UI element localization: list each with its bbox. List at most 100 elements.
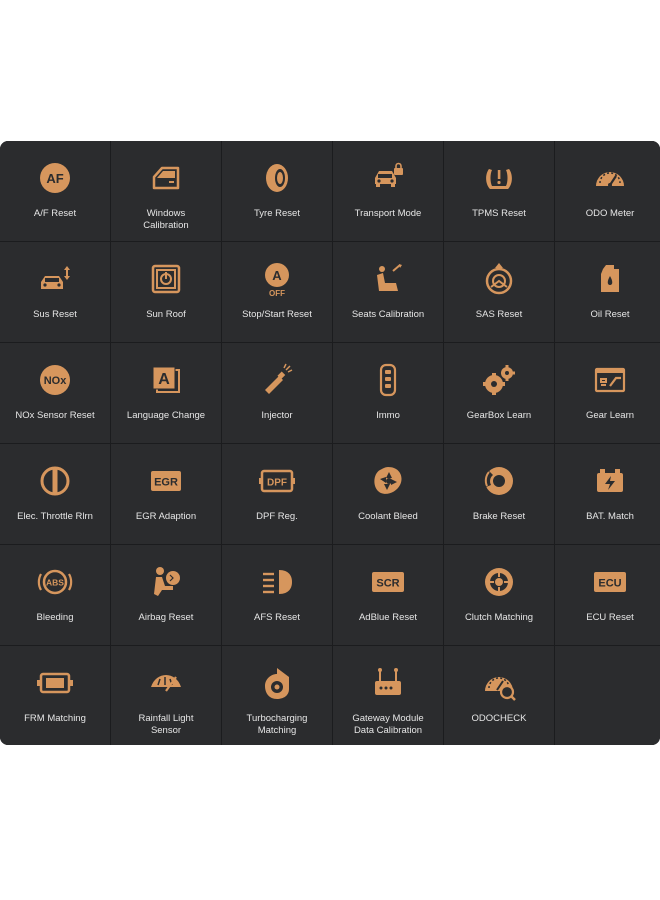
- function-label: Oil Reset: [590, 309, 630, 320]
- key-fob-icon: [370, 362, 406, 398]
- function-panel: AF A/F Reset Windows Calibration Tyre Reset…: [0, 141, 660, 745]
- svg-text:AF: AF: [46, 171, 63, 186]
- function-tile-gearlearn[interactable]: Gear Learn: [555, 343, 660, 443]
- steering-icon: [481, 261, 517, 297]
- window-icon: [148, 160, 184, 196]
- injector-icon: [259, 362, 295, 398]
- function-tile-scr[interactable]: SCR AdBlue Reset: [333, 545, 443, 645]
- function-tile-lang[interactable]: A Language Change: [111, 343, 221, 443]
- function-tile-odocheck[interactable]: ODOCHECK: [444, 646, 554, 745]
- function-tile-window[interactable]: Windows Calibration: [111, 141, 221, 241]
- function-tile-frm[interactable]: FRM Matching: [0, 646, 110, 745]
- gateway-icon: [370, 665, 406, 701]
- odometer-icon: [592, 160, 628, 196]
- headlight-icon: [259, 564, 295, 600]
- function-tile-dpf[interactable]: DPF DPF Reg.: [222, 444, 332, 544]
- function-label: NOx Sensor Reset: [15, 410, 95, 421]
- abs-icon: ABS: [37, 564, 73, 600]
- svg-text:ABS: ABS: [46, 578, 64, 588]
- svg-text:A: A: [158, 371, 170, 388]
- function-tile-gearbox[interactable]: GearBox Learn: [444, 343, 554, 443]
- tpms-icon: [481, 160, 517, 196]
- frm-module-icon: [37, 665, 73, 701]
- function-label: Turbocharging Matching: [246, 713, 308, 736]
- function-label: Brake Reset: [472, 511, 526, 522]
- function-label: EGR Adaption: [135, 511, 197, 522]
- function-label: Gear Learn: [585, 410, 635, 421]
- function-tile-sas[interactable]: SAS Reset: [444, 242, 554, 342]
- function-tile-sus[interactable]: Sus Reset: [0, 242, 110, 342]
- function-label: Sun Roof: [146, 309, 186, 320]
- wiper-icon: [148, 665, 184, 701]
- function-tile-af[interactable]: AF A/F Reset: [0, 141, 110, 241]
- function-tile-transport[interactable]: Transport Mode: [333, 141, 443, 241]
- turbo-icon: [259, 665, 295, 701]
- coolant-fan-icon: [370, 463, 406, 499]
- function-tile-egr[interactable]: EGR EGR Adaption: [111, 444, 221, 544]
- function-tile-battery[interactable]: BAT. Match: [555, 444, 660, 544]
- oil-can-icon: [592, 261, 628, 297]
- function-label: Clutch Matching: [464, 612, 534, 623]
- function-label: BAT. Match: [586, 511, 634, 522]
- function-label: Language Change: [126, 410, 206, 421]
- language-icon: A: [148, 362, 184, 398]
- function-tile-ecu[interactable]: ECU ECU Reset: [555, 545, 660, 645]
- function-tile-gateway[interactable]: Gateway Module Data Calibration: [333, 646, 443, 745]
- function-label: ECU Reset: [586, 612, 634, 623]
- function-tile-oil[interactable]: Oil Reset: [555, 242, 660, 342]
- car-lock-icon: [370, 160, 406, 196]
- function-label: Tyre Reset: [254, 208, 300, 219]
- function-label: Windows Calibration: [143, 208, 189, 231]
- function-label: Bleeding: [36, 612, 74, 623]
- function-tile-tyre[interactable]: Tyre Reset: [222, 141, 332, 241]
- dpf-icon: DPF: [259, 463, 295, 499]
- function-label: DPF Reg.: [256, 511, 298, 522]
- function-grid: AF A/F Reset Windows Calibration Tyre Reset…: [0, 141, 660, 745]
- auto-stop-icon: A OFF: [259, 261, 295, 297]
- function-label: ODOCHECK: [471, 713, 527, 724]
- function-tile-seat[interactable]: Seats Calibration: [333, 242, 443, 342]
- function-tile-airbag[interactable]: Airbag Reset: [111, 545, 221, 645]
- function-label: Stop/Start Reset: [242, 309, 312, 320]
- function-label: Injector: [261, 410, 293, 421]
- tyre-icon: [259, 160, 295, 196]
- svg-text:A: A: [272, 268, 282, 283]
- function-tile-rain[interactable]: Rainfall Light Sensor: [111, 646, 221, 745]
- function-label: AFS Reset: [254, 612, 300, 623]
- svg-text:EGR: EGR: [154, 477, 178, 489]
- function-tile-nox[interactable]: NOx NOx Sensor Reset: [0, 343, 110, 443]
- function-tile-afs[interactable]: AFS Reset: [222, 545, 332, 645]
- function-tile-throttle[interactable]: Elec. Throttle Rlrn: [0, 444, 110, 544]
- gear-learn-icon: [592, 362, 628, 398]
- function-tile-stopstart[interactable]: A OFF Stop/Start Reset: [222, 242, 332, 342]
- function-label: Transport Mode: [354, 208, 422, 219]
- egr-icon: EGR: [148, 463, 184, 499]
- airbag-icon: [148, 564, 184, 600]
- function-label: SAS Reset: [475, 309, 523, 320]
- function-tile-coolant[interactable]: Coolant Bleed: [333, 444, 443, 544]
- function-tile-odo[interactable]: ODO Meter: [555, 141, 660, 241]
- function-tile-brake[interactable]: Brake Reset: [444, 444, 554, 544]
- scr-icon: SCR: [370, 564, 406, 600]
- function-label: Seats Calibration: [351, 309, 425, 320]
- function-tile-immo[interactable]: Immo: [333, 343, 443, 443]
- svg-text:DPF: DPF: [267, 478, 287, 489]
- function-tile-sunroof[interactable]: Sun Roof: [111, 242, 221, 342]
- function-tile-abs[interactable]: ABS Bleeding: [0, 545, 110, 645]
- function-tile-injector[interactable]: Injector: [222, 343, 332, 443]
- function-label: Coolant Bleed: [358, 511, 418, 522]
- function-label: A/F Reset: [33, 208, 77, 219]
- brake-disc-icon: [481, 463, 517, 499]
- function-tile-turbo[interactable]: Turbocharging Matching: [222, 646, 332, 745]
- svg-text:NOx: NOx: [44, 375, 68, 387]
- nox-icon: NOx: [37, 362, 73, 398]
- function-label: Sus Reset: [33, 309, 77, 320]
- function-label: Immo: [376, 410, 400, 421]
- af-icon: AF: [37, 160, 73, 196]
- battery-icon: [592, 463, 628, 499]
- function-label: Rainfall Light Sensor: [138, 713, 194, 736]
- function-label: GearBox Learn: [466, 410, 532, 421]
- function-tile-tpms[interactable]: TPMS Reset: [444, 141, 554, 241]
- function-label: TPMS Reset: [472, 208, 526, 219]
- function-tile-clutch[interactable]: Clutch Matching: [444, 545, 554, 645]
